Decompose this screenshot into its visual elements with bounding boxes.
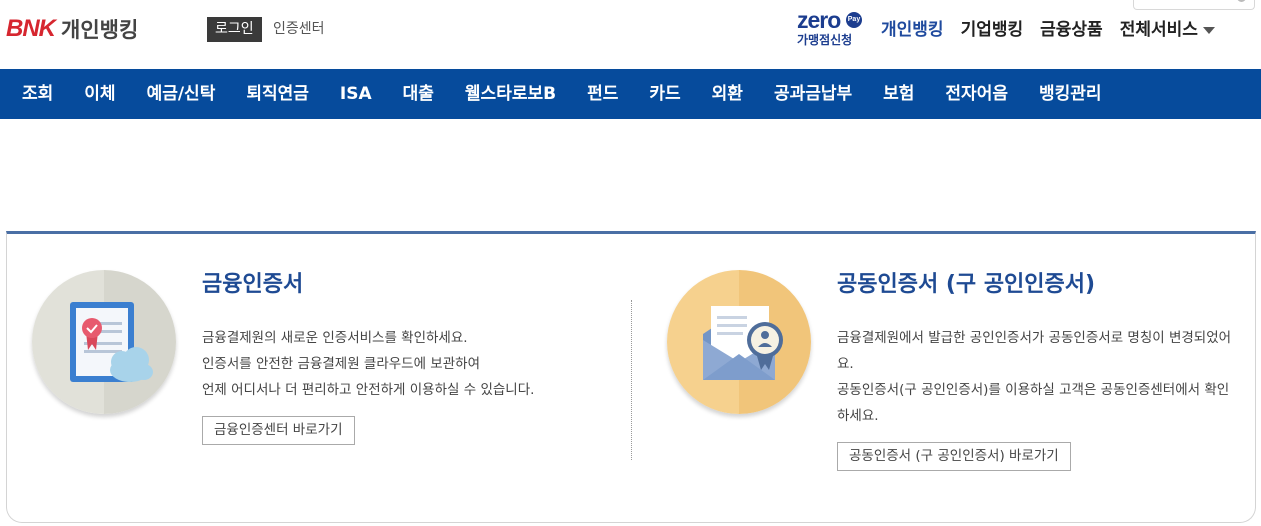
search-input[interactable]	[1133, 0, 1255, 10]
top-nav: 개인뱅킹 기업뱅킹 금융상품 전체서비스	[881, 17, 1232, 43]
joint-cert-body: 공동인증서 (구 공인인증서) 금융결제원에서 발급한 공인인증서가 공동인증서…	[837, 270, 1237, 471]
financial-cert-center-button[interactable]: 금융인증센터 바로가기	[202, 416, 355, 445]
pay-badge: Pay	[846, 12, 862, 28]
desc-line: 금융결제원의 새로운 인증서비스를 확인하세요.	[202, 330, 468, 346]
joint-cert-title: 공동인증서 (구 공인인증서)	[837, 272, 1096, 297]
search-icon[interactable]	[1237, 0, 1246, 2]
menu-item[interactable]: 펀드	[587, 69, 618, 119]
desc-line: 공동인증서(구 공인인증서)를 이용하실 고객은 공동인증센터에서 확인하세요.	[837, 382, 1230, 424]
financial-cert-title: 금융인증서	[202, 272, 304, 297]
logo-brand: BNK	[6, 15, 56, 42]
menu-item[interactable]: 공과금납부	[774, 69, 852, 119]
menu-item[interactable]: 카드	[649, 69, 680, 119]
main-menu: 조회 이체 예금/신탁 퇴직연금 ISA 대출 웰스타로보B 펀드 카드 외환 …	[0, 69, 1261, 119]
menu-item[interactable]: 외환	[712, 69, 743, 119]
menu-item[interactable]: 뱅킹관리	[1039, 69, 1102, 119]
financial-cert-icon	[32, 270, 176, 414]
zero-pay-sub: 가맹점신청	[797, 33, 853, 47]
top-nav-corporate[interactable]: 기업뱅킹	[961, 17, 1024, 43]
menu-item[interactable]: 대출	[403, 69, 434, 119]
top-nav-products[interactable]: 금융상품	[1040, 17, 1103, 43]
financial-cert-desc: 금융결제원의 새로운 인증서비스를 확인하세요. 인증서를 안전한 금융결제원 …	[202, 325, 602, 403]
desc-line: 인증서를 안전한 금융결제원 클라우드에 보관하여	[202, 356, 480, 372]
all-services-label: 전체서비스	[1119, 20, 1198, 40]
menu-item[interactable]: 예금/신탁	[147, 69, 216, 119]
desc-line: 금융결제원에서 발급한 공인인증서가 공동인증서로 명칭이 변경되었어요.	[837, 330, 1232, 372]
joint-cert-desc: 금융결제원에서 발급한 공인인증서가 공동인증서로 명칭이 변경되었어요. 공동…	[837, 325, 1237, 429]
login-button[interactable]: 로그인	[207, 17, 262, 42]
menu-item[interactable]: 전자어음	[945, 69, 1008, 119]
desc-line: 언제 어디서나 더 편리하고 안전하게 이용하실 수 있습니다.	[202, 382, 535, 398]
caret-down-icon	[1202, 26, 1215, 34]
menu-item[interactable]: 이체	[84, 69, 115, 119]
certificate-panel: 금융인증서 금융결제원의 새로운 인증서비스를 확인하세요. 인증서를 안전한 …	[6, 231, 1256, 523]
menu-item[interactable]: ISA	[340, 69, 372, 119]
joint-cert-center-button[interactable]: 공동인증서 (구 공인인증서) 바로가기	[837, 442, 1071, 471]
zero-pay-merchant-link[interactable]: zero Pay 가맹점신청	[797, 9, 867, 48]
top-nav-personal[interactable]: 개인뱅킹	[881, 17, 944, 43]
top-nav-all-services[interactable]: 전체서비스	[1120, 17, 1215, 43]
menu-item[interactable]: 보험	[883, 69, 914, 119]
financial-cert-body: 금융인증서 금융결제원의 새로운 인증서비스를 확인하세요. 인증서를 안전한 …	[202, 270, 602, 445]
joint-cert-icon	[667, 270, 811, 414]
bnk-logo[interactable]: BNK 개인뱅킹	[6, 14, 138, 44]
logo-title: 개인뱅킹	[61, 18, 139, 42]
menu-item[interactable]: 웰스타로보B	[465, 69, 556, 119]
cert-center-link[interactable]: 인증센터	[273, 17, 325, 42]
header: BNK 개인뱅킹 로그인 인증센터 zero Pay 가맹점신청 개인뱅킹 기업…	[0, 0, 1261, 69]
menu-item[interactable]: 퇴직연금	[246, 69, 309, 119]
menu-item[interactable]: 조회	[22, 69, 53, 119]
divider	[631, 300, 632, 460]
